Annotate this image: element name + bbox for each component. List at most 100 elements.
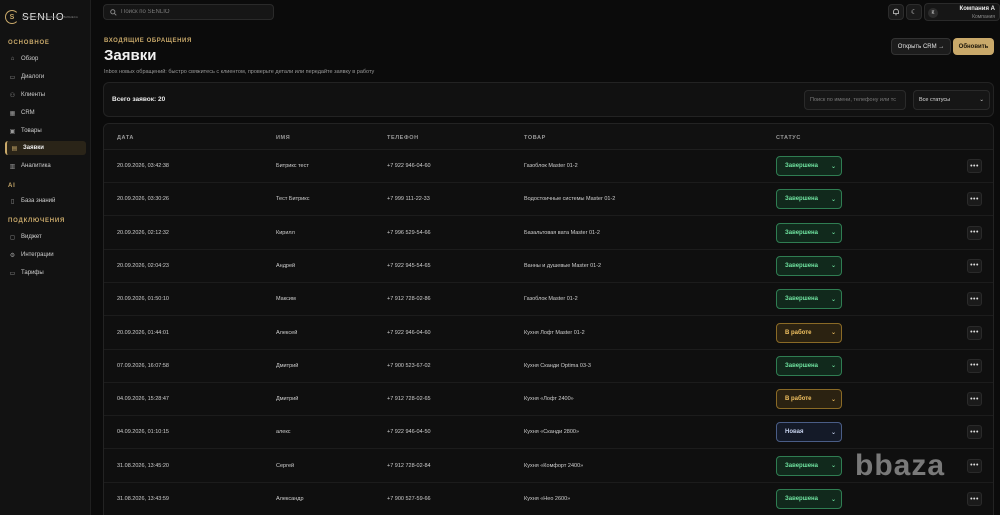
table-row[interactable]: 20.09.2026, 02:12:32 Кирилл +7 996 529-54-… bbox=[104, 217, 993, 250]
column-header-date[interactable]: ДАТА bbox=[117, 135, 134, 141]
cell-name: Александр bbox=[276, 496, 304, 502]
sidebar: S SENLIO ТЕХНОЛОГИИ ДЛЯ ВАШЕГО БИЗНЕСА О… bbox=[0, 0, 91, 515]
sidebar-item-integrations[interactable]: ⚙ Интеграции bbox=[5, 248, 86, 262]
row-actions-button[interactable]: ••• bbox=[967, 358, 982, 373]
sidebar-item-requests[interactable]: ▤ Заявки bbox=[5, 141, 86, 155]
status-value: Завершена bbox=[785, 196, 819, 203]
more-icon: ••• bbox=[970, 495, 979, 503]
row-actions-button[interactable]: ••• bbox=[967, 325, 982, 340]
sidebar-item-analytics[interactable]: ▥ Аналитика bbox=[5, 159, 86, 173]
more-icon: ••• bbox=[970, 295, 979, 303]
status-select[interactable]: Завершена ⌄ bbox=[776, 255, 842, 276]
account-switcher[interactable]: К Компания А Компания bbox=[924, 3, 1000, 21]
status-select[interactable]: Завершена ⌄ bbox=[776, 455, 842, 476]
row-actions-button[interactable]: ••• bbox=[967, 492, 982, 506]
sidebar-item-label: Заявки bbox=[23, 145, 44, 151]
cell-name: Максим bbox=[276, 296, 296, 303]
table-row[interactable]: 07.09.2026, 16:07:58 Дмитрий +7 900 523-67… bbox=[104, 350, 993, 383]
table-row[interactable]: 20.09.2026, 03:42:38 Битрикс тест +7 922 9… bbox=[104, 150, 993, 183]
cell-name: Дмитрий bbox=[276, 396, 299, 403]
status-value: Завершена bbox=[785, 362, 819, 369]
sidebar-item-plans[interactable]: ▭ Тарифы bbox=[5, 266, 86, 280]
row-actions-button[interactable]: ••• bbox=[967, 392, 982, 407]
status-value: Завершена bbox=[785, 229, 819, 236]
status-select[interactable]: В работе ⌄ bbox=[776, 389, 842, 410]
cell-phone: +7 900 527-59-66 bbox=[387, 496, 431, 502]
table-row[interactable]: 20.09.2026, 01:50:10 Максим +7 912 728-02-… bbox=[104, 283, 993, 317]
request-search-input[interactable] bbox=[804, 90, 906, 110]
cell-name: Алексей bbox=[276, 329, 298, 336]
row-actions-button[interactable]: ••• bbox=[967, 458, 982, 473]
sidebar-item-knowledge-base[interactable]: ▯ База знаний bbox=[5, 194, 86, 208]
status-value: Завершена bbox=[785, 262, 819, 269]
column-header-name[interactable]: ИМЯ bbox=[276, 135, 290, 141]
nav-section-main: ОСНОВНОЕ bbox=[8, 40, 50, 46]
sidebar-item-widget[interactable]: ◻ Виджет bbox=[5, 230, 86, 244]
notifications-button[interactable] bbox=[888, 4, 904, 20]
sidebar-item-overview[interactable]: ⌂ Обзор bbox=[5, 52, 86, 66]
users-icon: ⚇ bbox=[9, 92, 16, 99]
cell-phone: +7 999 111-22-33 bbox=[387, 196, 430, 203]
column-header-product[interactable]: ТОВАР bbox=[524, 135, 546, 141]
table-row[interactable]: 04.09.2026, 01:10:15 алекс +7 922 946-04-5… bbox=[104, 416, 993, 450]
more-icon: ••• bbox=[970, 428, 979, 436]
total-count: Всего заявок: 20 bbox=[112, 96, 166, 103]
sidebar-item-label: Интеграции bbox=[21, 252, 54, 258]
table-row[interactable]: 20.09.2026, 02:04:23 Андрей +7 922 945-54-… bbox=[104, 250, 993, 283]
status-value: В работе bbox=[785, 329, 812, 336]
status-select[interactable]: В работе ⌄ bbox=[776, 322, 842, 343]
cell-name: Битрикс тест bbox=[276, 163, 309, 169]
row-actions-button[interactable]: ••• bbox=[967, 159, 982, 173]
status-filter-select[interactable]: Все статусы ⌄ bbox=[913, 90, 990, 110]
cell-date: 07.09.2026, 16:07:58 bbox=[117, 362, 169, 369]
row-actions-button[interactable]: ••• bbox=[967, 292, 982, 307]
account-role: Компания bbox=[972, 14, 995, 20]
row-actions-button[interactable]: ••• bbox=[967, 192, 982, 207]
global-search-input[interactable] bbox=[121, 9, 271, 15]
table-row[interactable]: 20.09.2026, 01:44:01 Алексей +7 922 946-04… bbox=[104, 317, 993, 350]
row-actions-button[interactable]: ••• bbox=[967, 258, 982, 273]
chevron-down-icon: ⌄ bbox=[830, 463, 836, 470]
sidebar-item-products[interactable]: ▣ Товары bbox=[5, 124, 86, 138]
chevron-down-icon: ⌄ bbox=[830, 196, 836, 203]
open-crm-button[interactable]: Открыть CRM → bbox=[891, 38, 951, 55]
status-select[interactable]: Завершена ⌄ bbox=[776, 289, 842, 310]
column-header-phone[interactable]: ТЕЛЕФОН bbox=[387, 135, 419, 141]
senlio-logo-icon: S bbox=[5, 10, 19, 24]
sidebar-item-crm[interactable]: ▦ CRM bbox=[5, 106, 86, 120]
status-select[interactable]: Завершена ⌄ bbox=[776, 222, 842, 243]
table-row[interactable]: 20.09.2026, 03:30:26 Тест Битрикс +7 999 1… bbox=[104, 183, 993, 217]
row-actions-button[interactable]: ••• bbox=[967, 225, 982, 240]
bell-icon bbox=[893, 8, 899, 16]
column-header-status[interactable]: СТАТУС bbox=[776, 135, 801, 141]
cell-phone: +7 912 728-02-86 bbox=[387, 296, 431, 303]
table-row[interactable]: 04.09.2026, 15:28:47 Дмитрий +7 912 728-02… bbox=[104, 383, 993, 417]
nav-section-ai: AI bbox=[8, 183, 16, 189]
global-search[interactable] bbox=[103, 4, 274, 20]
sidebar-item-dialogs[interactable]: ▭ Диалоги bbox=[5, 70, 86, 84]
status-value: Завершена bbox=[785, 296, 819, 303]
cell-name: Андрей bbox=[276, 262, 296, 269]
theme-toggle-button[interactable]: ☾ bbox=[906, 4, 922, 20]
chart-icon: ▥ bbox=[9, 163, 16, 170]
status-select[interactable]: Новая ⌄ bbox=[776, 422, 842, 443]
status-select[interactable]: Завершена ⌄ bbox=[776, 189, 842, 210]
cell-date: 20.09.2026, 02:12:32 bbox=[117, 229, 169, 236]
avatar: К bbox=[928, 8, 938, 18]
refresh-button[interactable]: Обновить bbox=[953, 38, 994, 55]
cell-phone: +7 922 946-04-50 bbox=[387, 429, 431, 436]
status-select[interactable]: Завершена ⌄ bbox=[776, 156, 842, 176]
more-icon: ••• bbox=[970, 362, 979, 370]
table-row[interactable]: 31.08.2026, 13:43:59 Александр +7 900 527-… bbox=[104, 483, 993, 515]
cell-product: Базальтовая вата Master 01-2 bbox=[524, 229, 600, 236]
search-icon bbox=[110, 8, 117, 16]
status-select[interactable]: Завершена ⌄ bbox=[776, 489, 842, 509]
status-value: Завершена bbox=[785, 462, 819, 469]
sidebar-item-clients[interactable]: ⚇ Клиенты bbox=[5, 88, 86, 102]
cell-product: Кухня «Лофт 2400» bbox=[524, 396, 574, 403]
chevron-down-icon: ⌄ bbox=[979, 97, 984, 103]
row-actions-button[interactable]: ••• bbox=[967, 425, 982, 440]
sidebar-item-label: Обзор bbox=[21, 56, 39, 62]
cell-product: Кухня «Сканди 2800» bbox=[524, 429, 580, 436]
status-select[interactable]: Завершена ⌄ bbox=[776, 355, 842, 376]
